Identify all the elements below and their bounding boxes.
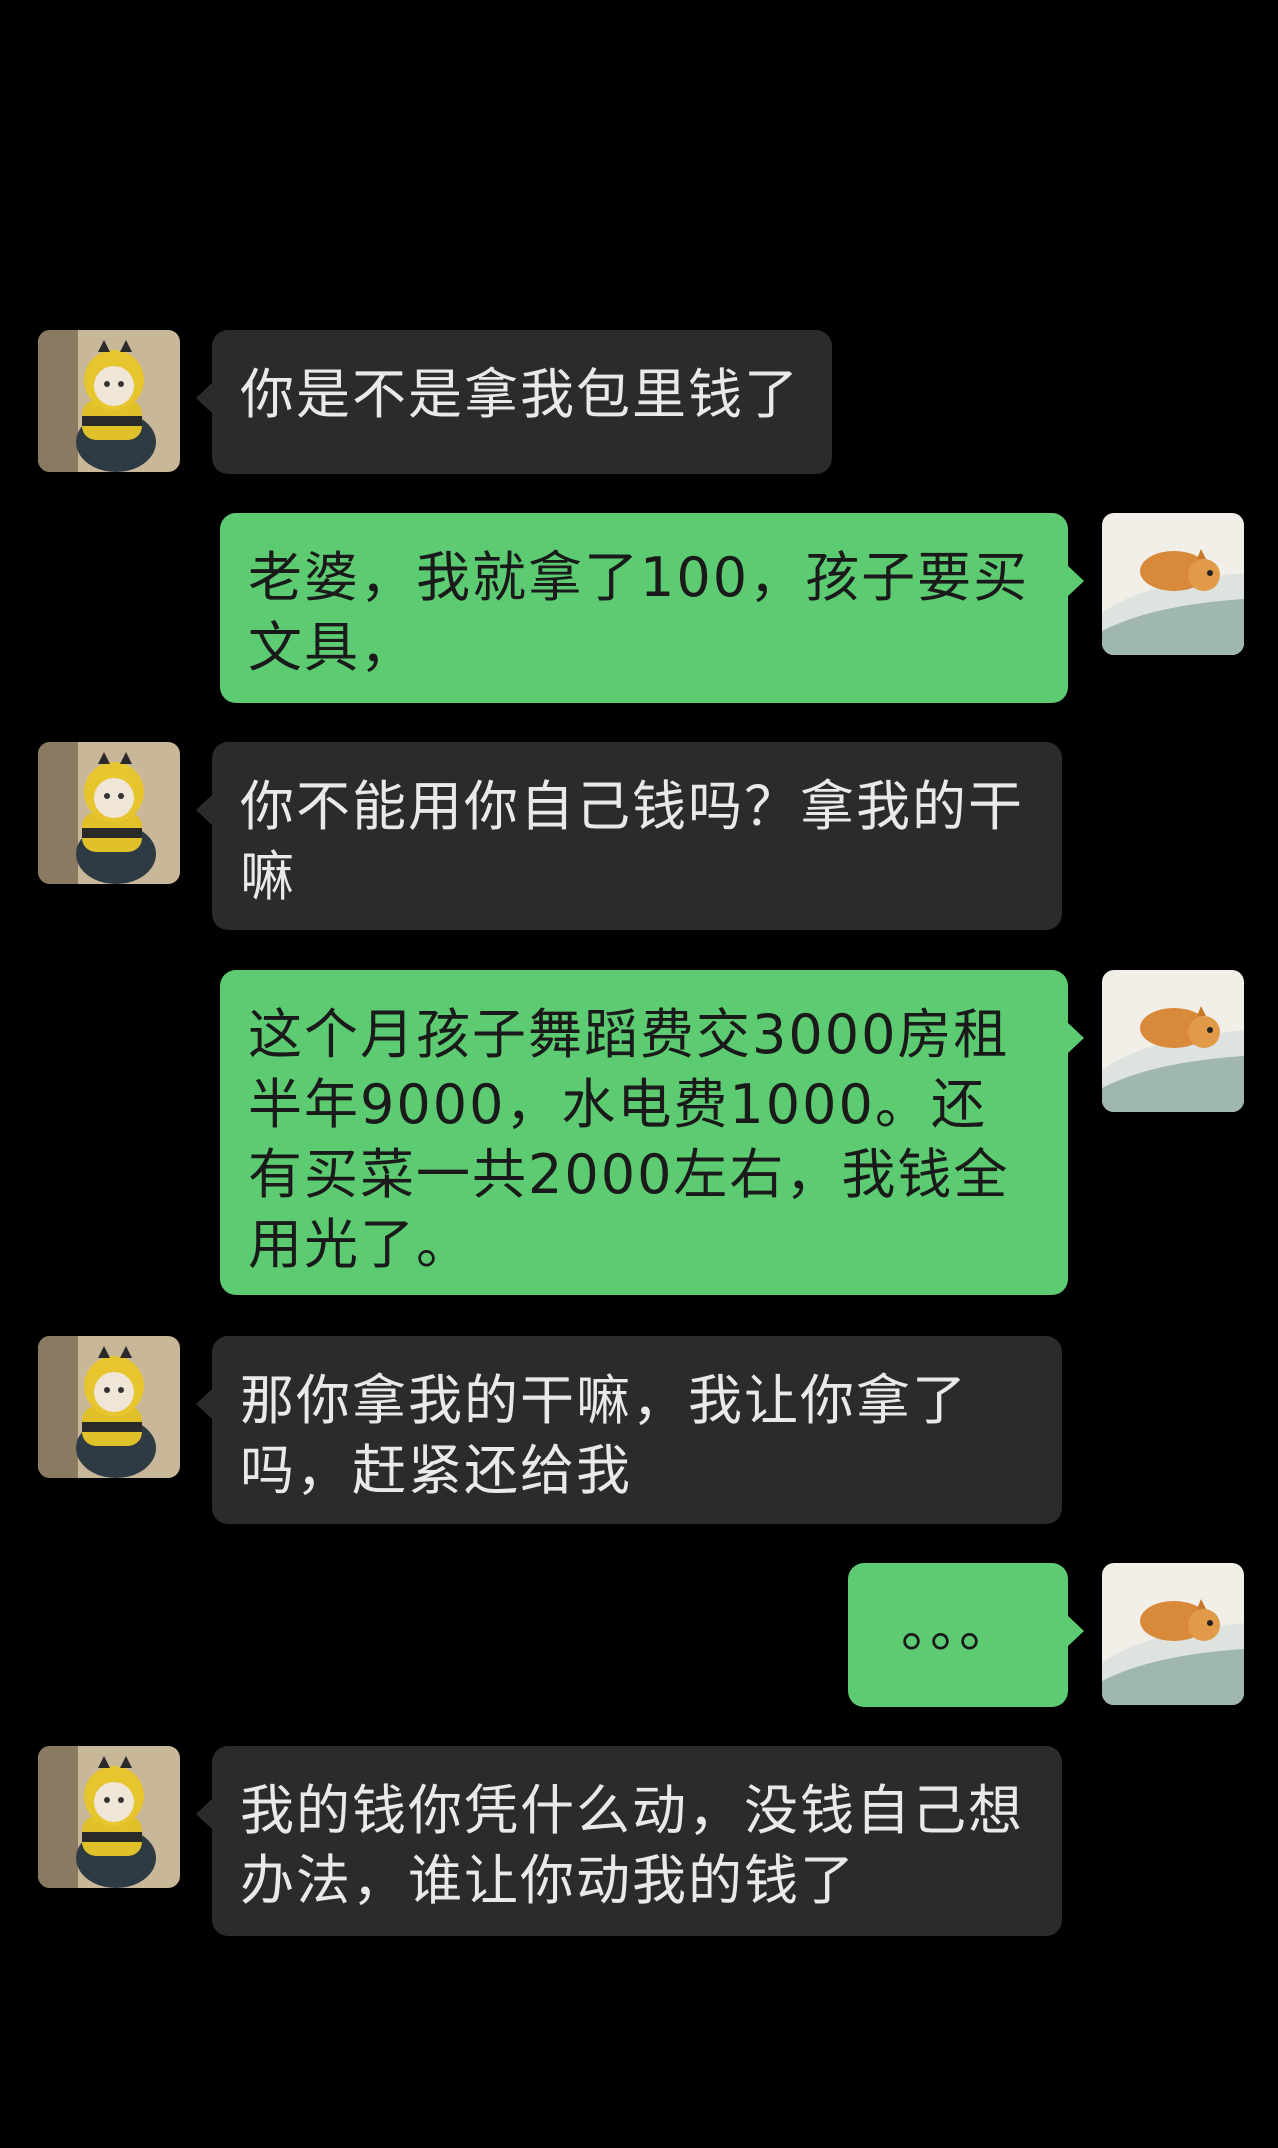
message-bubble[interactable]: 老婆，我就拿了100，孩子要买文具， bbox=[220, 513, 1084, 703]
message-bubble[interactable]: 我的钱你凭什么动，没钱自己想办法，谁让你动我的钱了 bbox=[196, 1746, 1062, 1936]
message-bubble[interactable]: 这个月孩子舞蹈费交3000房租半年9000，水电费1000。还有买菜一共2000… bbox=[220, 970, 1084, 1295]
avatar-dog[interactable] bbox=[1102, 513, 1244, 655]
message-bubble[interactable]: 你是不是拿我包里钱了 bbox=[196, 330, 832, 474]
avatar-dog[interactable] bbox=[1102, 1563, 1244, 1705]
message-bubble[interactable]: 那你拿我的干嘛，我让你拿了吗，赶紧还给我 bbox=[196, 1336, 1062, 1524]
avatar-dog[interactable] bbox=[1102, 970, 1244, 1112]
avatar-cat[interactable] bbox=[38, 742, 180, 884]
message-bubble[interactable]: 。。。 bbox=[848, 1563, 1084, 1707]
avatar-cat[interactable] bbox=[38, 1336, 180, 1478]
avatar-cat[interactable] bbox=[38, 330, 180, 472]
message-bubble[interactable]: 你不能用你自己钱吗？拿我的干嘛 bbox=[196, 742, 1062, 930]
avatar-cat[interactable] bbox=[38, 1746, 180, 1888]
chat-view: 你是不是拿我包里钱了 老婆，我就拿了100，孩子要买文具， 你不能用你自己钱吗？… bbox=[0, 0, 1278, 2148]
